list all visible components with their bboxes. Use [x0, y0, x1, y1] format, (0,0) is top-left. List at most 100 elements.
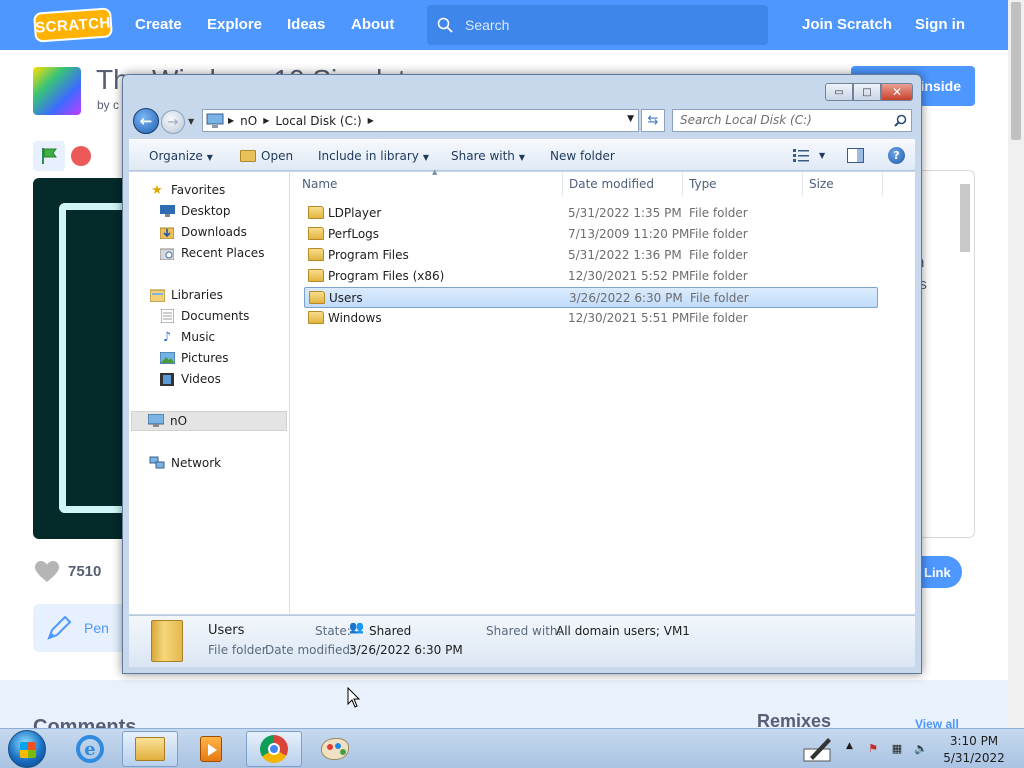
open-button[interactable]: Open: [240, 149, 293, 163]
page-scrollbar[interactable]: [1008, 0, 1024, 728]
instructions-scroll-thumb[interactable]: [960, 184, 970, 252]
column-header-name[interactable]: Name ▲: [296, 168, 563, 196]
nav-join[interactable]: Join Scratch: [802, 16, 892, 33]
start-button[interactable]: [8, 730, 46, 768]
nav-ideas[interactable]: Ideas: [287, 16, 325, 33]
project-stage[interactable]: [33, 178, 139, 539]
scratch-logo[interactable]: SCRATCH: [33, 7, 113, 43]
address-dropdown-icon[interactable]: ▼: [627, 114, 634, 124]
file-name: LDPlayer: [328, 206, 382, 220]
comments-section: [0, 680, 1008, 730]
file-date: 5/31/2022 1:36 PM: [568, 248, 682, 262]
nav-computer[interactable]: nO: [131, 411, 287, 431]
nav-documents[interactable]: Documents: [159, 306, 249, 326]
address-bar[interactable]: ▶ nO ▶ Local Disk (C:) ▶ ▼: [202, 109, 639, 132]
pen-input-icon[interactable]: [802, 735, 834, 763]
column-header-size[interactable]: Size: [803, 172, 883, 196]
nav-label: nO: [170, 414, 188, 428]
breadcrumb-local-disk[interactable]: Local Disk (C:): [275, 114, 361, 128]
instructions-scrollbar[interactable]: [958, 180, 972, 538]
new-folder-button[interactable]: New folder: [550, 149, 615, 163]
nav-network[interactable]: Network: [149, 453, 221, 473]
nav-recent-places[interactable]: Recent Places: [159, 243, 264, 263]
nav-libraries[interactable]: Libraries: [149, 285, 223, 305]
project-author-avatar[interactable]: [33, 67, 81, 115]
breadcrumb-computer[interactable]: nO: [240, 114, 257, 128]
file-type: File folder: [689, 227, 748, 241]
taskbar-paint[interactable]: [307, 731, 363, 767]
nav-videos[interactable]: Videos: [159, 369, 221, 389]
star-icon: ★: [151, 182, 163, 198]
back-button[interactable]: ←: [133, 108, 159, 134]
action-center-icon[interactable]: ⚑: [866, 741, 880, 755]
view-dropdown-icon[interactable]: ▼: [819, 151, 825, 160]
folder-icon: [308, 206, 324, 219]
nav-label: Desktop: [181, 204, 231, 218]
history-dropdown-icon[interactable]: ▼: [188, 117, 194, 126]
taskbar-internet-explorer[interactable]: e: [62, 731, 118, 767]
column-header-type[interactable]: Type: [683, 172, 803, 196]
explorer-window[interactable]: ▭ □ ✕ ← → ▼ ▶ nO ▶ Local Disk (C:) ▶ ▼ ⇆…: [122, 74, 922, 674]
share-with-menu[interactable]: Share with ▼: [451, 149, 525, 163]
nav-pictures[interactable]: Pictures: [159, 348, 229, 368]
scratch-search-input[interactable]: Search: [427, 5, 768, 45]
scratch-navbar: SCRATCH Create Explore Ideas About Searc…: [0, 0, 1008, 50]
pen-extension-card[interactable]: [33, 604, 133, 652]
explorer-titlebar[interactable]: ▭ □ ✕: [123, 75, 921, 105]
page-scroll-thumb[interactable]: [1011, 2, 1021, 140]
file-row-perflogs[interactable]: PerfLogs 7/13/2009 11:20 PM File folder: [304, 224, 878, 245]
file-row-users[interactable]: Users 3/26/2022 6:30 PM File folder: [304, 287, 878, 308]
breadcrumb-arrow-icon[interactable]: ▶: [228, 116, 234, 125]
breadcrumb-arrow-icon[interactable]: ▶: [368, 116, 374, 125]
media-player-icon: [200, 736, 222, 762]
nav-create[interactable]: Create: [135, 16, 182, 33]
taskbar-windows-explorer[interactable]: [122, 731, 178, 767]
nav-downloads[interactable]: Downloads: [159, 222, 247, 242]
details-date-value: 3/26/2022 6:30 PM: [349, 643, 463, 657]
chrome-icon: [260, 735, 288, 763]
stop-icon[interactable]: [71, 146, 91, 166]
details-pane: Users File folder State: 👥 Shared Shared…: [129, 615, 915, 667]
maximize-button[interactable]: □: [853, 83, 881, 101]
column-header-date[interactable]: Date modified: [563, 172, 683, 196]
details-state-value: Shared: [369, 624, 412, 638]
system-clock[interactable]: 3:10 PM 5/31/2022: [942, 733, 1006, 767]
refresh-button[interactable]: ⇆: [641, 109, 665, 132]
view-options-icon[interactable]: [793, 149, 809, 162]
navigation-pane: ★ Favorites Desktop Downloads Recent Plac…: [129, 172, 290, 614]
heart-icon[interactable]: [35, 561, 59, 583]
caret-down-icon: ▼: [518, 153, 526, 162]
file-row-windows[interactable]: Windows 12/30/2021 5:51 PM File folder: [304, 308, 878, 329]
volume-icon[interactable]: 🔈: [914, 741, 928, 755]
show-hidden-icons[interactable]: ▲: [846, 741, 853, 751]
file-list[interactable]: Name ▲ Date modified Type Size LDPlayer 5/…: [290, 168, 915, 614]
command-bar: Organize ▼ Open Include in library ▼ Share…: [129, 139, 915, 171]
preview-pane-icon[interactable]: [847, 148, 864, 163]
file-row-program-files[interactable]: Program Files 5/31/2022 1:36 PM File folde…: [304, 245, 878, 266]
nav-music[interactable]: ♪ Music: [159, 327, 215, 347]
forward-arrow-icon: →: [167, 114, 179, 130]
breadcrumb-arrow-icon[interactable]: ▶: [263, 116, 269, 125]
nav-favorites[interactable]: ★ Favorites: [149, 180, 225, 200]
nav-explore[interactable]: Explore: [207, 16, 262, 33]
file-row-program-files-x86[interactable]: Program Files (x86) 12/30/2021 5:52 PM Fil…: [304, 266, 878, 287]
file-row-ldplayer[interactable]: LDPlayer 5/31/2022 1:35 PM File folder: [304, 203, 878, 224]
minimize-button[interactable]: ▭: [825, 83, 853, 101]
organize-menu[interactable]: Organize ▼: [149, 149, 213, 163]
nav-signin[interactable]: Sign in: [915, 16, 965, 33]
nav-desktop[interactable]: Desktop: [159, 201, 231, 221]
taskbar-media-player[interactable]: [183, 731, 239, 767]
close-button[interactable]: ✕: [881, 83, 913, 101]
green-flag-button[interactable]: [33, 141, 65, 171]
column-label: Name: [302, 177, 338, 191]
folder-icon: [308, 248, 324, 261]
network-tray-icon[interactable]: ▦: [890, 741, 904, 755]
nav-about[interactable]: About: [351, 16, 394, 33]
include-in-library-menu[interactable]: Include in library ▼: [318, 149, 429, 163]
taskbar-chrome[interactable]: [246, 731, 302, 767]
explorer-search-input[interactable]: Search Local Disk (C:): [672, 109, 912, 132]
file-name: PerfLogs: [328, 227, 380, 241]
back-arrow-icon: ←: [139, 112, 153, 130]
help-icon[interactable]: ?: [888, 147, 905, 164]
forward-button[interactable]: →: [161, 110, 185, 134]
